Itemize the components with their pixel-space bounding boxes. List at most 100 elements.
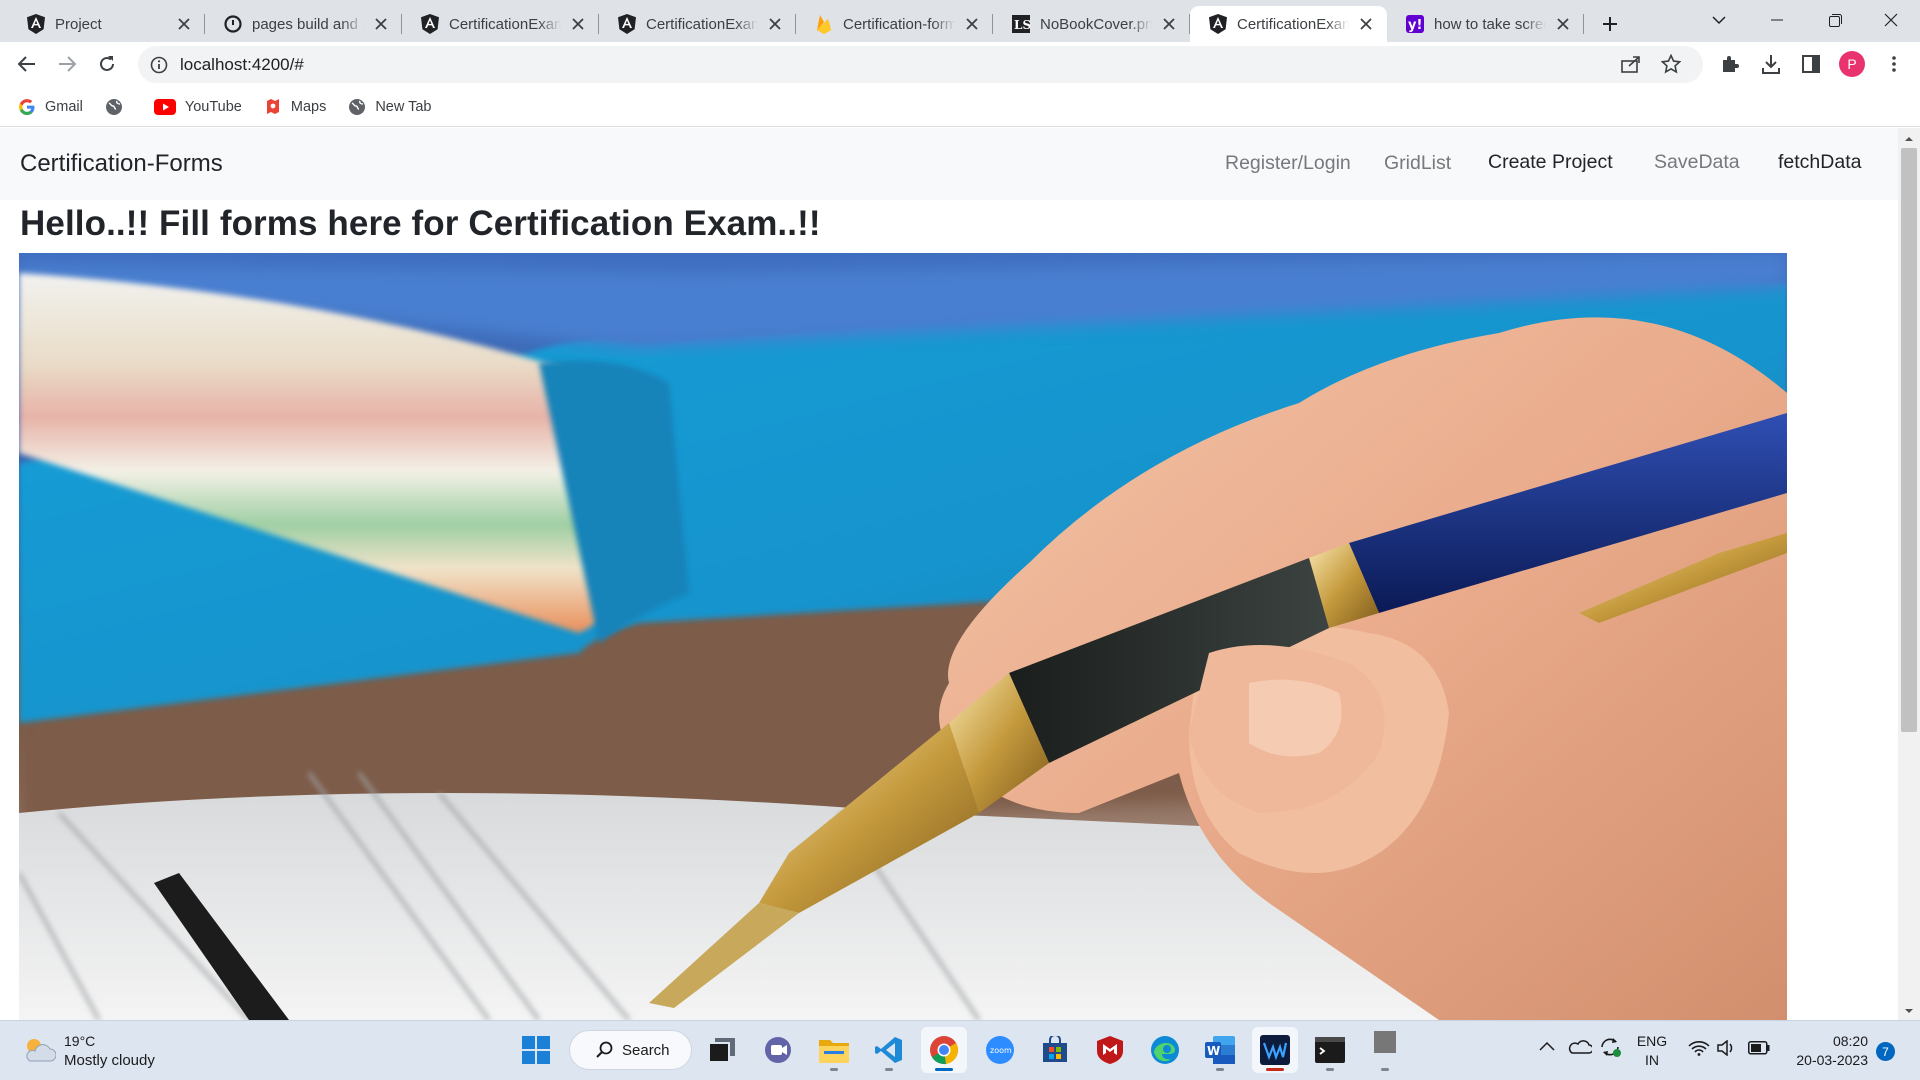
bookmark-maps[interactable]: Maps [264,98,326,116]
tab-close-icon[interactable] [370,13,392,35]
wifi-icon[interactable] [1688,1040,1710,1056]
weather-icon[interactable] [22,1035,56,1063]
taskbar-file-explorer[interactable] [811,1027,857,1073]
arrow-left-icon [18,56,35,72]
tab-search-button[interactable] [1690,0,1748,40]
address-bar[interactable]: localhost:4200/# [138,46,1703,83]
taskbar-taskview[interactable] [699,1027,745,1073]
browser-tab[interactable]: pages build and deployment [205,6,402,42]
browser-tab[interactable]: Certification-forms [796,6,993,42]
volume-icon[interactable] [1717,1040,1737,1056]
star-bookmark-icon[interactable] [1661,54,1681,74]
nav-register-login[interactable]: Register/Login [1225,152,1351,175]
battery-icon[interactable] [1748,1041,1770,1055]
taskbar-waves[interactable] [1252,1027,1298,1073]
taskbar-vscode[interactable] [866,1027,912,1073]
search-label: Search [622,1041,670,1059]
start-button[interactable] [513,1027,559,1073]
scrollbar-thumb[interactable] [1901,148,1917,732]
back-button[interactable] [9,46,45,82]
bookmark-youtube[interactable]: YouTube [153,98,242,116]
url-text[interactable]: localhost:4200/# [180,55,304,75]
extensions-button[interactable] [1712,46,1748,82]
bookmark-label: Gmail [45,98,83,115]
taskbar-search[interactable]: Search [569,1030,692,1070]
taskbar-store[interactable] [1032,1027,1078,1073]
sync-icon[interactable] [1598,1035,1622,1059]
taskbar-teams[interactable] [755,1027,801,1073]
browser-tab[interactable]: LS NoBookCover.png [993,6,1190,42]
tab-close-icon[interactable] [1158,13,1180,35]
running-indicator [1216,1068,1224,1071]
restore-button[interactable] [1806,0,1864,40]
language-primary: ENG [1636,1033,1668,1049]
app-navbar: Certification-Forms Register/Login GridL… [0,128,1898,200]
weather-widget[interactable]: 19°C Mostly cloudy [64,1032,155,1070]
tab-close-icon[interactable] [173,13,195,35]
mcafee-icon [1097,1036,1123,1064]
browser-tab-active[interactable]: CertificationExam [1190,6,1387,42]
taskbar-terminal[interactable] [1307,1027,1353,1073]
clock[interactable]: 08:20 20-03-2023 [1782,1032,1868,1070]
taskbar-edge[interactable] [1142,1027,1188,1073]
bookmark-gmail[interactable]: Gmail [18,98,83,116]
app-icon [1374,1031,1396,1053]
tab-title: pages build and deployment [252,15,364,33]
tab-close-icon[interactable] [961,13,983,35]
tab-title: how to take screenshot [1434,15,1546,33]
running-indicator [1326,1068,1334,1071]
browser-tab[interactable]: CertificationExam [599,6,796,42]
bookmark-new-tab[interactable]: New Tab [348,98,431,116]
angular-icon [420,14,440,34]
taskbar-zoom[interactable]: zoom [977,1027,1023,1073]
minimize-button[interactable] [1748,0,1806,40]
menu-button[interactable] [1876,46,1912,82]
svg-text:W: W [1207,1044,1220,1058]
youtube-icon [153,98,176,116]
onedrive-icon[interactable] [1568,1038,1592,1054]
minimize-icon [1771,19,1783,21]
nav-create-project[interactable]: Create Project [1488,151,1613,174]
language-indicator[interactable]: ENG IN [1632,1032,1672,1070]
running-indicator [935,1068,953,1071]
chrome-icon [930,1036,958,1065]
browser-toolbar: localhost:4200/# P [0,42,1920,87]
tab-close-icon[interactable] [1355,13,1377,35]
browser-tab-strip: Project pages build and deployment Certi… [0,0,1920,42]
navbar-brand[interactable]: Certification-Forms [20,150,223,178]
new-tab-button[interactable] [1592,6,1628,42]
search-icon [596,1041,613,1058]
taskbar-app[interactable] [1362,1027,1408,1073]
tray-overflow-icon[interactable] [1539,1041,1555,1051]
forward-button[interactable] [49,46,85,82]
plus-icon [1603,17,1617,31]
share-icon[interactable] [1621,55,1641,73]
running-indicator [830,1068,838,1071]
nav-fetchdata[interactable]: fetchData [1778,151,1861,174]
info-icon[interactable] [150,56,168,74]
browser-tab[interactable]: Project [8,6,205,42]
nav-savedata[interactable]: SaveData [1654,151,1740,174]
browser-tab[interactable]: y! how to take screenshot [1387,6,1584,42]
profile-button[interactable]: P [1834,46,1870,82]
tab-close-icon[interactable] [567,13,589,35]
bookmark-globe[interactable] [105,98,132,116]
downloads-button[interactable] [1753,46,1789,82]
taskview-icon [709,1038,735,1062]
language-secondary: IN [1645,1052,1659,1068]
taskbar-chrome[interactable] [921,1027,967,1073]
browser-tab[interactable]: CertificationExam [402,6,599,42]
tab-close-icon[interactable] [1552,13,1574,35]
restore-icon [1828,13,1842,27]
yahoo-icon: y! [1405,14,1425,34]
taskbar-mcafee[interactable] [1087,1027,1133,1073]
tab-close-icon[interactable] [764,13,786,35]
svg-text:zoom: zoom [990,1046,1012,1055]
notification-badge[interactable]: 7 [1876,1042,1895,1061]
side-panel-button[interactable] [1793,46,1829,82]
nav-gridlist[interactable]: GridList [1384,152,1451,175]
close-window-button[interactable] [1862,0,1920,40]
reload-button[interactable] [89,46,125,82]
taskbar-word[interactable]: W [1197,1027,1243,1073]
download-icon [1762,55,1780,74]
